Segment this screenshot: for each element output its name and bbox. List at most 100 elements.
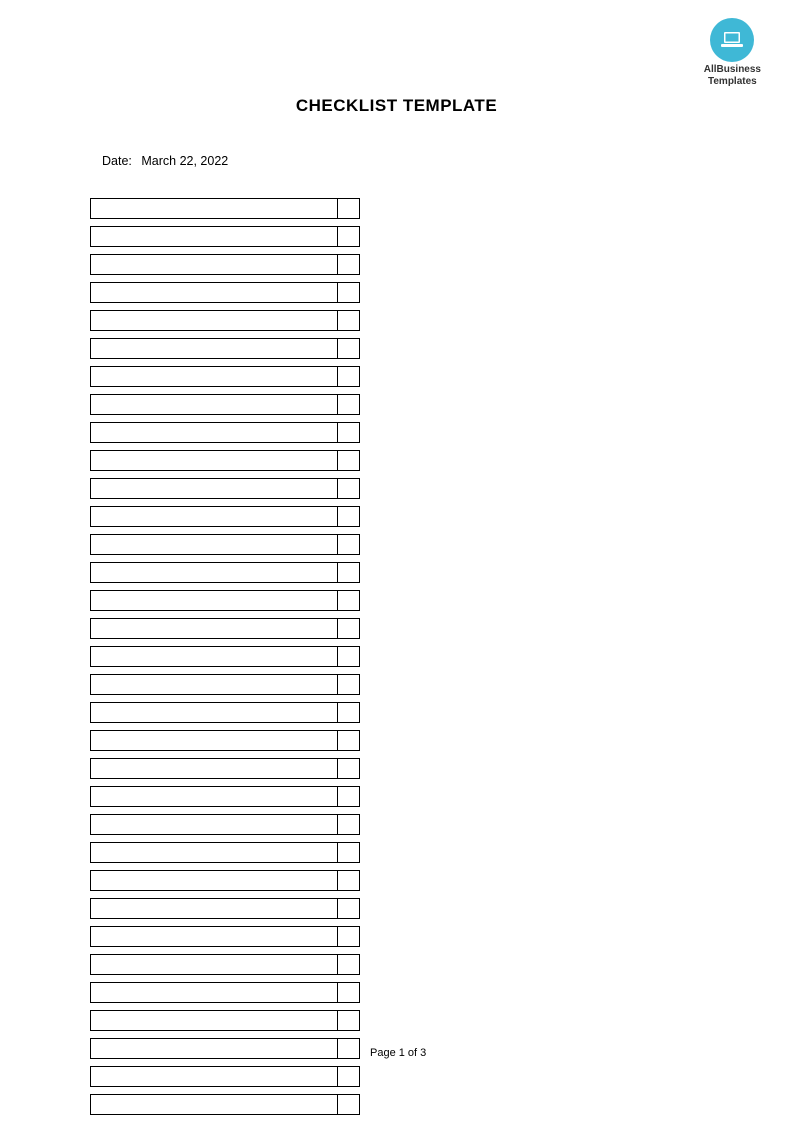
checklist-item-cell[interactable]	[90, 198, 338, 219]
checklist-item-cell[interactable]	[90, 506, 338, 527]
checklist-row	[90, 254, 360, 275]
checklist-row	[90, 870, 360, 891]
checklist-checkbox-cell[interactable]	[338, 674, 360, 695]
checklist-item-cell[interactable]	[90, 730, 338, 751]
checklist-row	[90, 982, 360, 1003]
date-field: Date: March 22, 2022	[102, 154, 228, 168]
checklist-checkbox-cell[interactable]	[338, 954, 360, 975]
checklist-item-cell[interactable]	[90, 814, 338, 835]
checklist-item-cell[interactable]	[90, 982, 338, 1003]
checklist-checkbox-cell[interactable]	[338, 730, 360, 751]
checklist-row	[90, 478, 360, 499]
checklist-row	[90, 814, 360, 835]
checklist-row	[90, 1038, 360, 1059]
checklist-item-cell[interactable]	[90, 646, 338, 667]
checklist-checkbox-cell[interactable]	[338, 366, 360, 387]
checklist-row	[90, 646, 360, 667]
checklist-checkbox-cell[interactable]	[338, 702, 360, 723]
checklist-item-cell[interactable]	[90, 1066, 338, 1087]
checklist-checkbox-cell[interactable]	[338, 1038, 360, 1059]
checklist-item-cell[interactable]	[90, 1094, 338, 1115]
date-value: March 22, 2022	[141, 154, 228, 168]
checklist-checkbox-cell[interactable]	[338, 226, 360, 247]
checklist-item-cell[interactable]	[90, 310, 338, 331]
checklist-checkbox-cell[interactable]	[338, 422, 360, 443]
checklist-checkbox-cell[interactable]	[338, 338, 360, 359]
checklist-item-cell[interactable]	[90, 338, 338, 359]
checklist-row	[90, 898, 360, 919]
checklist-item-cell[interactable]	[90, 394, 338, 415]
checklist-row	[90, 730, 360, 751]
checklist-checkbox-cell[interactable]	[338, 1094, 360, 1115]
checklist-row	[90, 1066, 360, 1087]
checklist-item-cell[interactable]	[90, 590, 338, 611]
checklist-row	[90, 282, 360, 303]
checklist-item-cell[interactable]	[90, 954, 338, 975]
checklist-item-cell[interactable]	[90, 478, 338, 499]
checklist-checkbox-cell[interactable]	[338, 758, 360, 779]
page-title: CHECKLIST TEMPLATE	[0, 96, 793, 116]
checklist-row	[90, 674, 360, 695]
checklist-checkbox-cell[interactable]	[338, 646, 360, 667]
checklist-item-cell[interactable]	[90, 282, 338, 303]
checklist-checkbox-cell[interactable]	[338, 898, 360, 919]
checklist-item-cell[interactable]	[90, 562, 338, 583]
checklist-item-cell[interactable]	[90, 450, 338, 471]
checklist-item-cell[interactable]	[90, 898, 338, 919]
checklist-checkbox-cell[interactable]	[338, 310, 360, 331]
checklist-checkbox-cell[interactable]	[338, 814, 360, 835]
brand-text-line1: AllBusiness	[704, 64, 761, 76]
checklist-row	[90, 534, 360, 555]
checklist-item-cell[interactable]	[90, 870, 338, 891]
checklist-row	[90, 618, 360, 639]
checklist-checkbox-cell[interactable]	[338, 1066, 360, 1087]
checklist-row	[90, 954, 360, 975]
checklist-item-cell[interactable]	[90, 1010, 338, 1031]
checklist-item-cell[interactable]	[90, 422, 338, 443]
checklist-row	[90, 198, 360, 219]
checklist-checkbox-cell[interactable]	[338, 506, 360, 527]
checklist-row	[90, 366, 360, 387]
checklist-item-cell[interactable]	[90, 254, 338, 275]
checklist-item-cell[interactable]	[90, 618, 338, 639]
brand-logo: AllBusiness Templates	[704, 18, 761, 88]
checklist-row	[90, 590, 360, 611]
checklist-checkbox-cell[interactable]	[338, 394, 360, 415]
checklist-checkbox-cell[interactable]	[338, 842, 360, 863]
checklist-checkbox-cell[interactable]	[338, 254, 360, 275]
checklist-row	[90, 842, 360, 863]
checklist-item-cell[interactable]	[90, 702, 338, 723]
checklist-checkbox-cell[interactable]	[338, 534, 360, 555]
checklist-checkbox-cell[interactable]	[338, 198, 360, 219]
checklist-item-cell[interactable]	[90, 366, 338, 387]
checklist-row	[90, 422, 360, 443]
checklist-item-cell[interactable]	[90, 926, 338, 947]
checklist-item-cell[interactable]	[90, 842, 338, 863]
checklist-row	[90, 226, 360, 247]
checklist-checkbox-cell[interactable]	[338, 618, 360, 639]
checklist-checkbox-cell[interactable]	[338, 786, 360, 807]
checklist-checkbox-cell[interactable]	[338, 926, 360, 947]
checklist-checkbox-cell[interactable]	[338, 282, 360, 303]
checklist-checkbox-cell[interactable]	[338, 478, 360, 499]
checklist-checkbox-cell[interactable]	[338, 450, 360, 471]
checklist-item-cell[interactable]	[90, 534, 338, 555]
checklist-row	[90, 450, 360, 471]
checklist-checkbox-cell[interactable]	[338, 870, 360, 891]
date-label: Date:	[102, 154, 132, 168]
checklist-item-cell[interactable]	[90, 674, 338, 695]
checklist-checkbox-cell[interactable]	[338, 982, 360, 1003]
checklist-item-cell[interactable]	[90, 786, 338, 807]
checklist-checkbox-cell[interactable]	[338, 562, 360, 583]
checklist-item-cell[interactable]	[90, 758, 338, 779]
page-number: Page 1 of 3	[370, 1047, 426, 1059]
checklist-item-cell[interactable]	[90, 226, 338, 247]
checklist-row	[90, 1094, 360, 1115]
checklist-item-cell[interactable]	[90, 1038, 338, 1059]
checklist-row	[90, 338, 360, 359]
checklist-table	[90, 198, 360, 1122]
checklist-checkbox-cell[interactable]	[338, 1010, 360, 1031]
checklist-row	[90, 394, 360, 415]
checklist-row	[90, 506, 360, 527]
checklist-checkbox-cell[interactable]	[338, 590, 360, 611]
